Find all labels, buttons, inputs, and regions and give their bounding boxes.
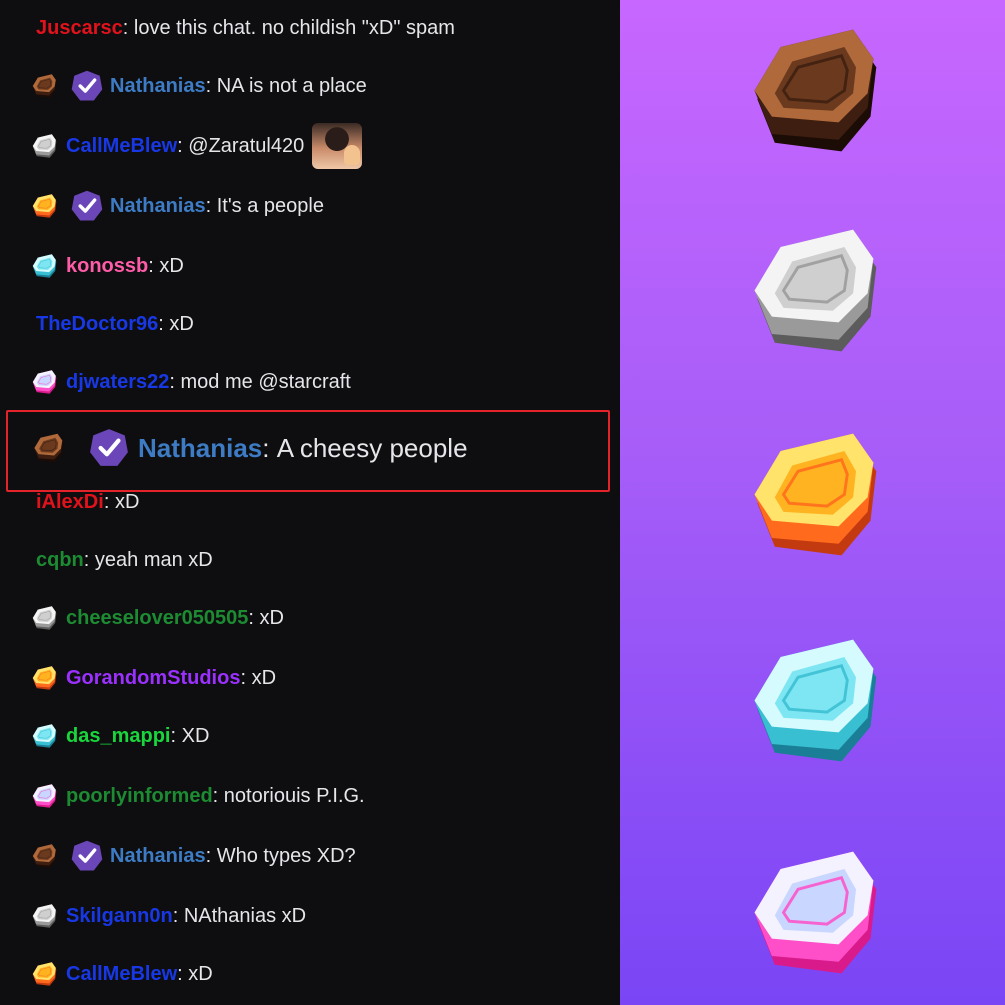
chat-username[interactable]: das_mappi <box>66 725 170 748</box>
chat-username[interactable]: Skilgann0n <box>66 905 173 928</box>
silver-gem-icon <box>32 904 57 928</box>
chat-panel: Juscarsc: love this chat. no childish "x… <box>0 0 620 1005</box>
chat-message: Nathanias: Who types XD? <box>0 836 356 876</box>
chat-message-text: mod me @starcraft <box>180 370 351 393</box>
chat-username[interactable]: djwaters22 <box>66 371 169 394</box>
moderator-badge-icon <box>71 70 103 101</box>
chat-message-text: xD <box>169 312 194 335</box>
chat-username[interactable]: GorandomStudios <box>66 667 240 690</box>
sub-badge-showcase <box>620 0 1005 1005</box>
chat-username[interactable]: Juscarsc <box>36 17 123 40</box>
username-separator: : <box>148 254 160 277</box>
chat-message-text: A cheesy people <box>276 432 468 463</box>
chat-message-text: xD <box>114 490 140 513</box>
pink-gem-icon <box>754 851 877 974</box>
silver-gem-icon <box>32 134 57 158</box>
waving-woman-emote <box>312 123 363 169</box>
moderator-badge-icon <box>71 840 103 871</box>
chat-message: das_mappi: XD <box>0 716 209 756</box>
bronze-gem-icon <box>754 29 877 152</box>
chat-message-text: notoriouis P.I.G. <box>223 784 365 807</box>
chat-message-text: love this chat. no childish "xD" spam <box>133 16 455 39</box>
cyan-gem-icon <box>32 254 57 278</box>
username-separator: : <box>122 16 134 39</box>
chat-message-text: NA is not a place <box>216 74 367 97</box>
chat-username[interactable]: Nathanias <box>110 75 206 98</box>
bronze-gem-icon <box>32 844 57 868</box>
pink-gem-icon <box>32 784 57 808</box>
chat-message: poorlyinformed: notoriouis P.I.G. <box>0 776 365 816</box>
chat-message: cheeselover050505: xD <box>0 598 284 638</box>
cyan-gem-icon <box>32 724 57 748</box>
username-separator: : <box>83 548 95 571</box>
chat-message-text: xD <box>188 962 213 985</box>
chat-message: konossb: xD <box>0 246 184 286</box>
chat-message: TheDoctor96: xD <box>0 304 194 344</box>
chat-username[interactable]: konossb <box>66 255 148 278</box>
chat-message: cqbn: yeah man xD <box>0 540 213 580</box>
chat-username[interactable]: cheeselover050505 <box>66 607 248 630</box>
chat-message: GorandomStudios: xD <box>0 658 276 698</box>
chat-message-text: NAthanias xD <box>183 904 307 927</box>
username-separator: : <box>262 432 277 463</box>
chat-message: iAlexDi: xD <box>0 482 139 522</box>
cyan-gem-icon <box>754 639 877 762</box>
chat-message-text: xD <box>159 254 184 277</box>
username-separator: : <box>158 312 170 335</box>
chat-message: CallMeBlew: @Zaratul420 <box>0 123 363 169</box>
chat-username[interactable]: CallMeBlew <box>66 135 177 158</box>
username-separator: : <box>177 962 189 985</box>
chat-message: CallMeBlew: xD <box>0 954 213 994</box>
chat-username[interactable]: cqbn <box>36 549 84 572</box>
username-separator: : <box>170 724 182 747</box>
chat-message-text: yeah man xD <box>94 548 213 571</box>
chat-username[interactable]: TheDoctor96 <box>36 313 158 336</box>
chat-message-text: xD <box>259 606 284 629</box>
silver-gem-icon <box>754 229 877 352</box>
chat-message: djwaters22: mod me @starcraft <box>0 362 351 402</box>
username-separator: : <box>177 134 189 157</box>
username-separator: : <box>205 74 217 97</box>
gold-gem-icon <box>32 666 57 690</box>
username-separator: : <box>205 194 217 217</box>
chat-username[interactable]: Nathanias <box>110 195 206 218</box>
chat-message: Skilgann0n: NAthanias xD <box>0 896 306 936</box>
bronze-gem-icon <box>34 433 63 463</box>
chat-message-text: XD <box>181 724 210 747</box>
bronze-gem-icon <box>32 74 57 98</box>
silver-gem-icon <box>32 606 57 630</box>
username-separator: : <box>212 784 224 807</box>
gold-gem-icon <box>754 433 877 556</box>
username-separator: : <box>248 606 260 629</box>
chat-message-text: xD <box>251 666 277 689</box>
chat-message-text: @Zaratul420 <box>188 134 305 157</box>
chat-username[interactable]: Nathanias <box>138 433 262 464</box>
highlighted-chat-message: Nathanias: A cheesy people <box>0 428 468 468</box>
chat-username[interactable]: iAlexDi <box>36 491 104 514</box>
username-separator: : <box>240 666 252 689</box>
chat-username[interactable]: poorlyinformed <box>66 785 213 808</box>
username-separator: : <box>172 904 184 927</box>
chat-message-text: It's a people <box>216 194 324 217</box>
chat-message: Nathanias: NA is not a place <box>0 66 367 106</box>
username-separator: : <box>103 490 115 513</box>
gold-gem-icon <box>32 962 57 986</box>
username-separator: : <box>205 844 217 867</box>
pink-gem-icon <box>32 370 57 394</box>
chat-message-text: Who types XD? <box>216 844 356 867</box>
chat-username[interactable]: Nathanias <box>110 845 206 868</box>
gold-gem-icon <box>32 194 57 218</box>
chat-message: Nathanias: It's a people <box>0 186 324 226</box>
moderator-badge-icon <box>90 429 128 466</box>
username-separator: : <box>169 370 181 393</box>
moderator-badge-icon <box>71 190 103 221</box>
chat-username[interactable]: CallMeBlew <box>66 963 177 986</box>
chat-message: Juscarsc: love this chat. no childish "x… <box>0 8 455 48</box>
